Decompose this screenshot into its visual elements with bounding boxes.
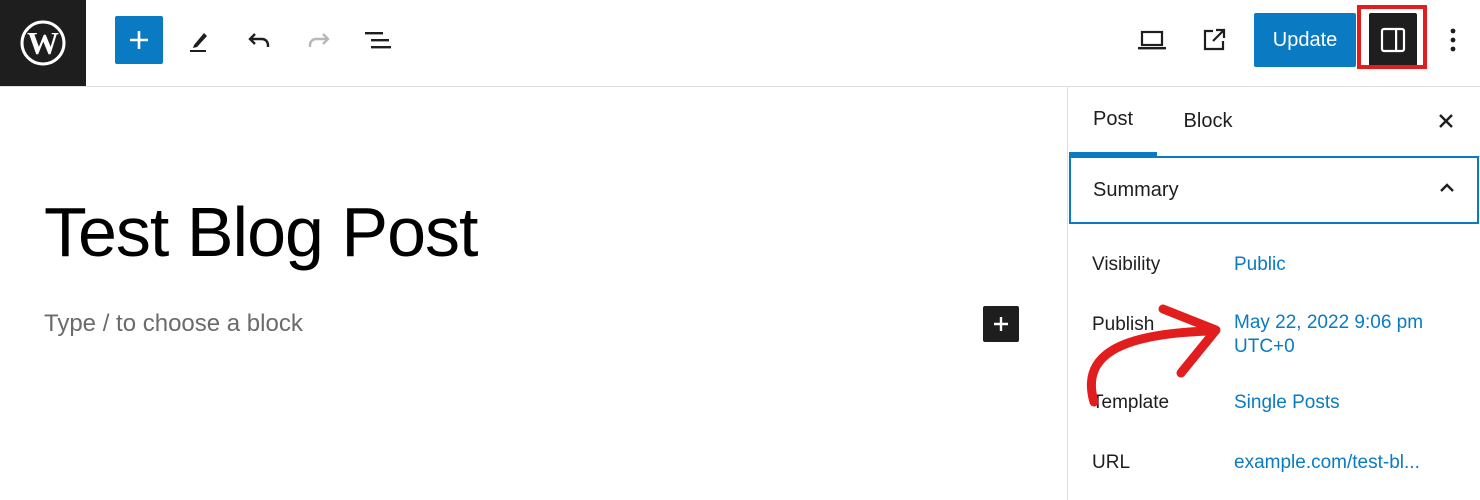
template-value[interactable]: Single Posts xyxy=(1234,391,1340,415)
close-icon xyxy=(1439,114,1453,128)
laptop-icon xyxy=(1138,30,1166,50)
publish-date-line: May 22, 2022 9:06 pm xyxy=(1234,312,1424,333)
redo-button[interactable] xyxy=(295,16,343,64)
external-link-icon xyxy=(1203,28,1226,51)
tab-block[interactable]: Block xyxy=(1168,87,1248,156)
plus-icon xyxy=(130,31,148,49)
visibility-value[interactable]: Public xyxy=(1234,253,1286,277)
template-label: Template xyxy=(1092,392,1170,413)
settings-sidebar: Post Block Summary Visibility Public Pub… xyxy=(1067,87,1480,500)
preview-button[interactable] xyxy=(1128,16,1176,64)
publish-timezone-line: UTC+0 xyxy=(1234,336,1295,357)
editor-toolbar: W Update xyxy=(0,0,1480,87)
sidebar-tabs: Post Block xyxy=(1068,87,1480,156)
chevron-up-icon xyxy=(1440,183,1454,192)
update-button[interactable]: Update xyxy=(1254,13,1356,67)
summary-title: Summary xyxy=(1093,178,1179,201)
add-block-button[interactable] xyxy=(115,16,163,64)
svg-text:W: W xyxy=(27,25,59,61)
more-vertical-icon xyxy=(1450,28,1456,52)
plus-icon xyxy=(994,317,1008,331)
undo-button[interactable] xyxy=(235,16,283,64)
sidebar-toggle-icon xyxy=(1380,27,1406,53)
undo-icon xyxy=(248,33,270,47)
url-label: URL xyxy=(1092,452,1131,473)
publish-label: Publish xyxy=(1092,314,1155,335)
tab-post[interactable]: Post xyxy=(1069,87,1157,156)
close-sidebar-button[interactable] xyxy=(1428,103,1464,139)
tools-button[interactable] xyxy=(176,16,224,64)
visibility-label: Visibility xyxy=(1092,254,1161,275)
publish-date-value[interactable]: May 22, 2022 9:06 pm UTC+0 xyxy=(1234,311,1423,359)
block-placeholder[interactable]: Type / to choose a block xyxy=(44,310,303,338)
summary-panel-toggle[interactable]: Summary xyxy=(1069,156,1479,224)
options-menu-button[interactable] xyxy=(1438,16,1468,64)
pencil-icon xyxy=(190,33,207,52)
view-post-button[interactable] xyxy=(1190,16,1238,64)
post-title[interactable]: Test Blog Post xyxy=(44,192,478,272)
url-value[interactable]: example.com/test-bl... xyxy=(1234,451,1420,475)
list-view-button[interactable] xyxy=(354,16,402,64)
settings-toggle-button[interactable] xyxy=(1369,13,1417,67)
inline-add-block-button[interactable] xyxy=(983,306,1019,342)
editor-canvas: Test Blog Post Type / to choose a block xyxy=(0,87,1067,500)
redo-icon xyxy=(308,33,330,47)
wordpress-logo-icon[interactable]: W xyxy=(0,0,86,86)
list-view-icon xyxy=(365,32,391,49)
